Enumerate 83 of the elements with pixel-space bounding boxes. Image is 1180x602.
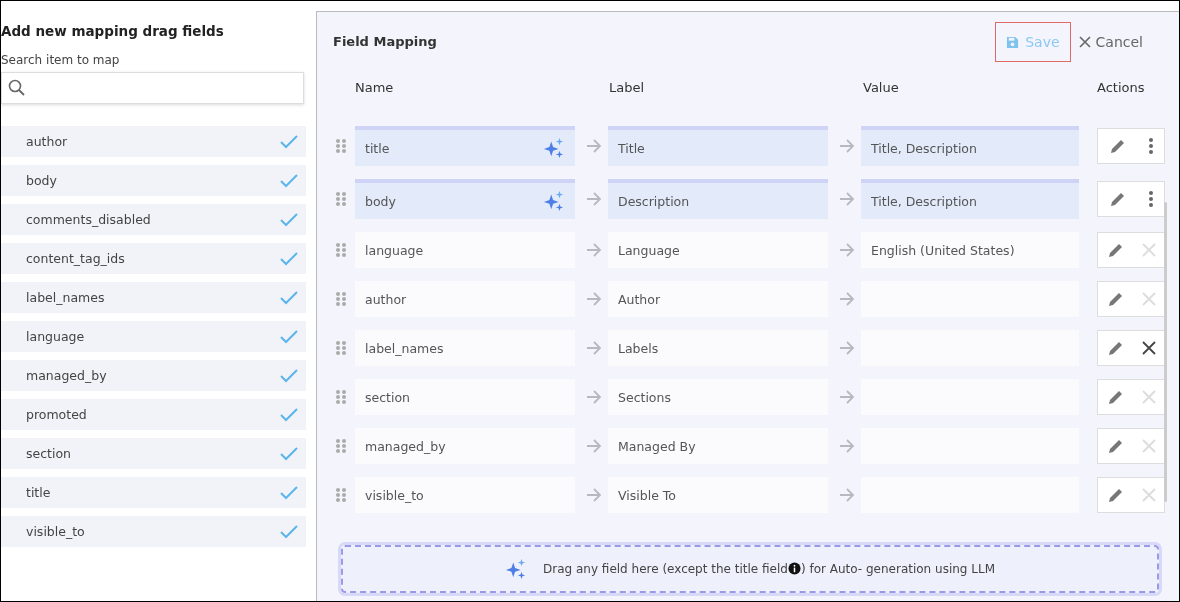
cancel-button[interactable]: Cancel [1078,34,1143,50]
sparkle-icon [505,558,527,580]
arrow-icon [585,486,603,504]
column-header: Value [863,79,900,95]
name-field[interactable]: author [355,281,575,317]
sparkle-icon [543,137,565,159]
drag-handle-icon[interactable] [335,291,347,307]
arrow-icon [838,437,856,455]
field-item[interactable]: body [1,165,306,196]
drag-handle-icon[interactable] [335,340,347,356]
pencil-icon[interactable] [1106,437,1125,455]
search-field[interactable] [1,72,304,104]
column-header: Name [355,79,395,95]
arrow-icon [585,290,603,308]
name-field[interactable]: language [355,232,575,268]
pencil-icon[interactable] [1108,190,1127,208]
drag-handle-icon[interactable] [335,191,347,207]
name-field[interactable]: managed_by [355,428,575,464]
arrow-icon [585,241,603,259]
label-field[interactable]: Managed By [608,428,828,464]
field-item[interactable]: author [1,126,306,157]
label-field[interactable]: Author [608,281,828,317]
drag-handle-icon[interactable] [335,487,347,503]
close-icon[interactable] [1141,341,1156,355]
drag-handle-icon[interactable] [335,438,347,454]
field-item[interactable]: managed_by [1,360,306,391]
value-field[interactable]: English (United States) [861,232,1079,268]
arrow-icon [585,190,603,208]
arrow-icon [838,241,856,259]
drag-handle-icon[interactable] [335,138,347,154]
more-icon[interactable] [1147,190,1154,208]
field-item[interactable]: title [1,477,306,508]
name-field[interactable]: visible_to [355,477,575,513]
field-item[interactable]: content_tag_ids [1,243,306,274]
column-header: Actions [1097,79,1146,95]
drop-zone-text: Drag any field here (except the title field ) for Auto- generation using LLM [543,562,995,576]
pencil-icon[interactable] [1106,486,1125,504]
name-field[interactable]: section [355,379,575,415]
drag-handle-icon[interactable] [335,389,347,405]
field-item[interactable]: language [1,321,306,352]
name-field[interactable]: label_names [355,330,575,366]
label-field[interactable]: Language [608,232,828,268]
arrow-icon [838,486,856,504]
label-field[interactable]: Labels [608,330,828,366]
drop-zone[interactable]: Drag any field here (except the title field ) for Auto- generation using LLM [341,545,1159,593]
pencil-icon[interactable] [1108,137,1127,155]
arrow-icon [838,339,856,357]
label-field[interactable]: Visible To [608,477,828,513]
label-field[interactable]: Description [608,179,828,219]
close-icon [1078,36,1091,48]
pencil-icon[interactable] [1106,290,1125,308]
arrow-icon [838,190,856,208]
floppy-icon [1006,35,1020,49]
label-field[interactable]: Title [608,126,828,166]
column-header: Label [609,79,646,95]
value-field[interactable]: Title, Description [861,179,1079,219]
pencil-icon[interactable] [1106,241,1125,259]
field-item[interactable]: visible_to [1,516,306,547]
panel-title: Add new mapping drag fields [1,23,225,39]
sparkle-icon [543,190,565,212]
field-item[interactable]: label_names [1,282,306,313]
field-item[interactable]: comments_disabled [1,204,306,235]
drag-handle-icon[interactable] [335,242,347,258]
more-icon[interactable] [1147,137,1154,155]
arrow-icon [585,388,603,406]
value-field[interactable]: Title, Description [861,126,1079,166]
pencil-icon[interactable] [1106,339,1125,357]
search-label: Search item to map [1,53,121,67]
mapping-title: Field Mapping [333,33,438,49]
search-icon [8,79,26,97]
name-field[interactable]: title [355,126,575,166]
arrow-icon [585,437,603,455]
field-item[interactable]: section [1,438,306,469]
field-item[interactable]: promoted [1,399,306,430]
name-field[interactable]: body [355,179,575,219]
info-icon [787,562,801,575]
arrow-icon [838,388,856,406]
arrow-icon [585,137,603,155]
label-field[interactable]: Sections [608,379,828,415]
arrow-icon [838,290,856,308]
arrow-icon [585,339,603,357]
arrow-icon [838,137,856,155]
pencil-icon[interactable] [1106,388,1125,406]
